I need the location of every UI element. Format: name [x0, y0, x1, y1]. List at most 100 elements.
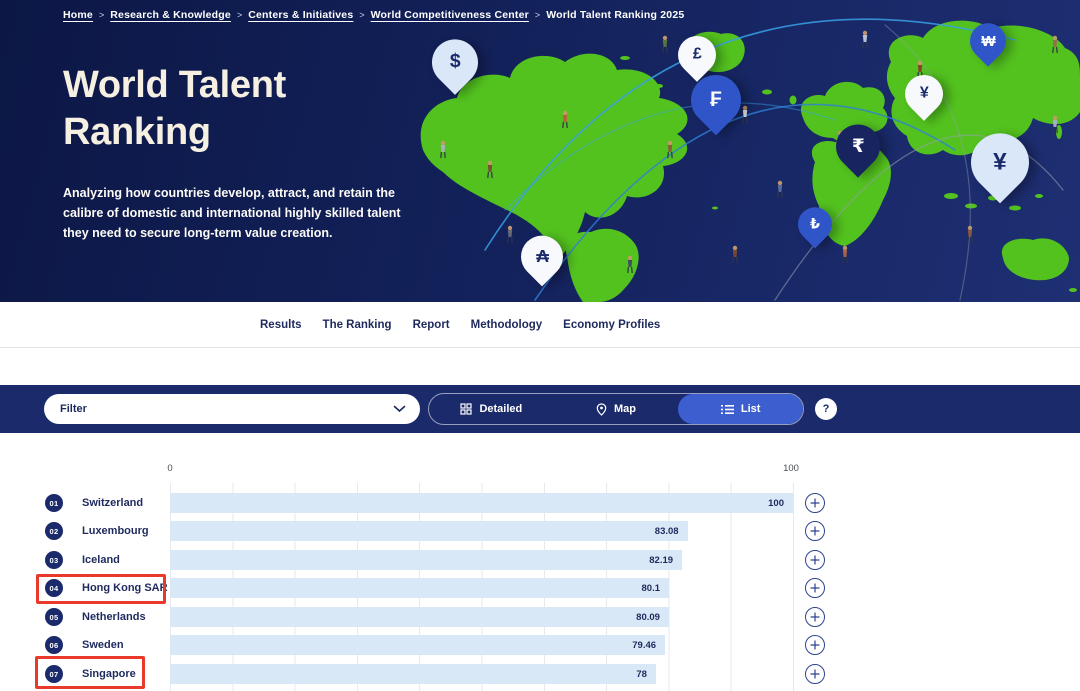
currency-pin-yen-large: ¥ — [971, 133, 1029, 191]
score-bar: 80.09 — [170, 607, 793, 627]
country-label: Sweden — [82, 631, 124, 659]
austral-symbol: ₳ — [536, 246, 549, 267]
currency-pin-austral: ₳ — [521, 236, 563, 278]
rank-badge: 03 — [45, 551, 63, 569]
score-value: 82.19 — [649, 555, 673, 566]
rank-badge: 02 — [45, 522, 63, 540]
view-label: Detailed — [479, 403, 522, 415]
filter-label: Filter — [60, 403, 87, 415]
currency-pin-dollar: $ — [432, 39, 478, 85]
filter-bar: Filter Detailed Map — [0, 385, 1080, 433]
score-value: 80.09 — [636, 612, 660, 623]
breadcrumb-research-knowledge[interactable]: Research & Knowledge — [110, 9, 231, 21]
page-title-line2: Ranking — [63, 111, 211, 153]
expand-row-button[interactable] — [805, 578, 825, 598]
breadcrumb-current-page: World Talent Ranking 2025 — [546, 9, 684, 21]
highlight-box-singapore — [35, 656, 145, 689]
expand-row-button[interactable] — [805, 521, 825, 541]
view-button-list[interactable]: List — [678, 394, 803, 424]
score-value: 80.1 — [642, 583, 661, 594]
chevron-down-icon — [393, 405, 406, 413]
page-title: World Talent Ranking — [63, 62, 286, 156]
rupee-symbol: ₹ — [852, 135, 865, 157]
currency-pin-rupee: ₹ — [836, 124, 880, 168]
grid-icon — [460, 403, 472, 415]
country-label: Luxembourg — [82, 517, 149, 545]
ranking-row-iceland: 03 Iceland 82.19 — [0, 546, 1080, 574]
ranking-row-netherlands: 05 Netherlands 80.09 — [0, 603, 1080, 631]
view-button-detailed[interactable]: Detailed — [429, 394, 554, 424]
ranking-row-switzerland: 01 Switzerland 100 — [0, 489, 1080, 517]
list-icon — [721, 404, 734, 415]
lira-symbol: ₺ — [810, 216, 820, 232]
filter-dropdown[interactable]: Filter — [44, 394, 420, 424]
axis-tick-min: 0 — [167, 463, 172, 474]
plus-icon — [810, 526, 820, 536]
axis-tick-max: 100 — [783, 463, 799, 474]
breadcrumb-world-competitiveness-center[interactable]: World Competitiveness Center — [371, 9, 529, 21]
score-bar: 80.1 — [170, 578, 793, 598]
tab-results[interactable]: Results — [260, 319, 302, 331]
country-label: Netherlands — [82, 603, 146, 631]
expand-row-button[interactable] — [805, 664, 825, 684]
expand-row-button[interactable] — [805, 635, 825, 655]
plus-icon — [810, 669, 820, 679]
currency-pin-pound: £ — [678, 36, 716, 74]
highlight-box-hong-kong — [36, 574, 166, 604]
currency-pin-yen: ¥ — [905, 75, 943, 113]
breadcrumb-separator: > — [237, 10, 242, 20]
view-label: Map — [614, 403, 636, 415]
expand-row-button[interactable] — [805, 493, 825, 513]
yen-symbol: ¥ — [993, 148, 1007, 176]
score-bar: 78 — [170, 664, 793, 684]
breadcrumb-separator: > — [535, 10, 540, 20]
world-map: $ £ ₣ ₳ ₩ ¥ ₹ ¥ ₺ — [415, 0, 1080, 302]
hero-section: $ £ ₣ ₳ ₩ ¥ ₹ ¥ ₺ Home > Research & Know… — [0, 0, 1080, 302]
plus-icon — [810, 555, 820, 565]
score-bar: 79.46 — [170, 635, 793, 655]
view-button-map[interactable]: Map — [554, 394, 679, 424]
plus-icon — [810, 612, 820, 622]
country-label: Switzerland — [82, 489, 143, 517]
pound-symbol: £ — [693, 46, 702, 64]
plus-icon — [810, 640, 820, 650]
page-title-line1: World Talent — [63, 64, 286, 106]
breadcrumb: Home > Research & Knowledge > Centers & … — [63, 9, 684, 21]
map-pin-icon — [596, 403, 607, 416]
rank-badge: 05 — [45, 608, 63, 626]
score-value: 83.08 — [655, 526, 679, 537]
plus-icon — [810, 498, 820, 508]
breadcrumb-centers-initiatives[interactable]: Centers & Initiatives — [248, 9, 353, 21]
hero-description: Analyzing how countries develop, attract… — [63, 183, 415, 243]
yen-symbol: ¥ — [920, 85, 929, 103]
tab-the-ranking[interactable]: The Ranking — [323, 319, 392, 331]
section-tabbar: Results The Ranking Report Methodology E… — [0, 302, 1080, 348]
country-label: Iceland — [82, 546, 120, 574]
tab-methodology[interactable]: Methodology — [471, 319, 543, 331]
spacer — [0, 348, 1080, 385]
rank-badge: 01 — [45, 494, 63, 512]
currency-pin-franc: ₣ — [691, 75, 741, 125]
breadcrumb-home[interactable]: Home — [63, 9, 93, 21]
tab-report[interactable]: Report — [413, 319, 450, 331]
ranking-chart: 0 100 01 Switzerland 100 02 Luxembourg 8… — [0, 433, 1080, 691]
score-bar: 100 — [170, 493, 793, 513]
score-value: 100 — [768, 498, 784, 509]
franc-symbol: ₣ — [710, 88, 722, 112]
ranking-row-singapore: 07 Singapore 78 — [0, 660, 1080, 688]
ranking-row-sweden: 06 Sweden 79.46 — [0, 631, 1080, 659]
rank-badge: 06 — [45, 636, 63, 654]
expand-row-button[interactable] — [805, 607, 825, 627]
view-label: List — [741, 403, 761, 415]
plus-icon — [810, 583, 820, 593]
currency-pin-won: ₩ — [970, 23, 1006, 59]
expand-row-button[interactable] — [805, 550, 825, 570]
currency-pin-lira: ₺ — [798, 207, 832, 241]
help-button[interactable]: ? — [815, 398, 837, 420]
score-value: 79.46 — [632, 640, 656, 651]
won-symbol: ₩ — [981, 33, 995, 50]
tab-economy-profiles[interactable]: Economy Profiles — [563, 319, 660, 331]
score-value: 78 — [636, 669, 647, 680]
ranking-row-luxembourg: 02 Luxembourg 83.08 — [0, 517, 1080, 545]
score-bar: 82.19 — [170, 550, 793, 570]
